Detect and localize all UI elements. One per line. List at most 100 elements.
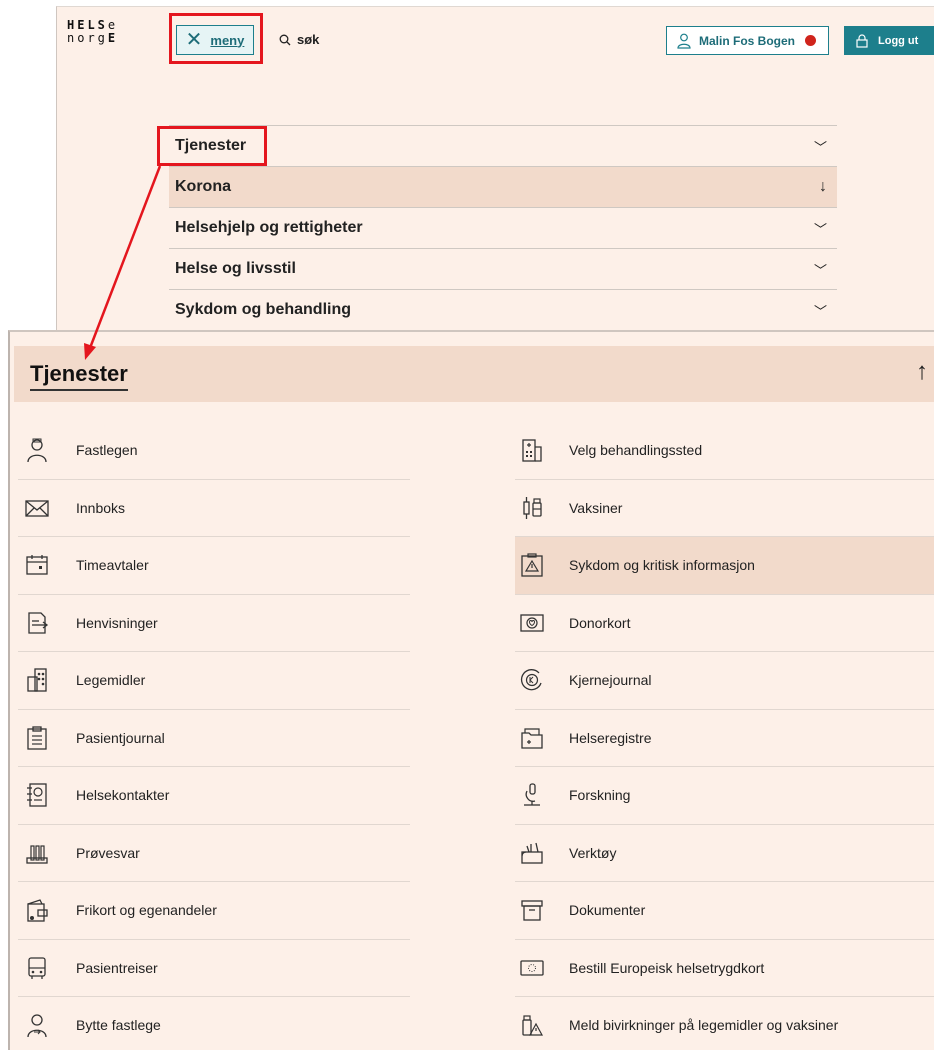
arrow-down-icon: ↓ <box>819 178 827 195</box>
service-item-pasientreiser[interactable]: Pasientreiser <box>18 940 410 997</box>
lock-icon <box>856 33 868 48</box>
service-label: Bestill Europeisk helsetrygdkort <box>569 959 765 976</box>
service-item-legemidler[interactable]: Legemidler <box>18 652 410 710</box>
nav-item-sykdom-behandling[interactable]: Sykdom og behandling ﹀ <box>169 289 837 330</box>
wallet-icon <box>18 895 76 925</box>
service-label: Legemidler <box>76 672 146 689</box>
service-label: Verktøy <box>569 844 617 861</box>
service-label: Donorkort <box>569 614 631 631</box>
doctor-icon <box>18 435 76 465</box>
logout-button[interactable]: Logg ut <box>844 26 934 55</box>
service-label: Velg behandlingssted <box>569 442 703 459</box>
donor-card-icon <box>515 608 569 638</box>
bus-icon <box>18 953 76 983</box>
services-right-column: Velg behandlingssted Vaksiner Sykdom og … <box>515 422 934 1050</box>
notification-dot <box>805 35 816 46</box>
service-item-dokumenter[interactable]: Dokumenter <box>515 882 934 940</box>
contacts-icon <box>18 780 76 810</box>
service-label: Henvisninger <box>76 614 158 631</box>
services-left-column: Fastlegen Innboks Timeavtaler Henvisning… <box>18 422 410 1050</box>
nav-item-label: Helse og livsstil <box>175 260 296 277</box>
chevron-down-icon: ﹀ <box>813 303 827 319</box>
service-item-frikort[interactable]: Frikort og egenandeler <box>18 882 410 940</box>
service-label: Dokumenter <box>569 902 646 919</box>
service-item-forskning[interactable]: Forskning <box>515 767 934 825</box>
arrow-up-icon[interactable]: ↑ <box>916 358 928 386</box>
service-label: Helsekontakter <box>76 787 170 804</box>
eu-card-icon <box>515 953 569 983</box>
service-item-donorkort[interactable]: Donorkort <box>515 595 934 652</box>
tjenester-highlight-box <box>157 126 267 166</box>
core-journal-icon <box>515 665 569 695</box>
service-item-bytte-fastlege[interactable]: Bytte fastlege <box>18 997 410 1050</box>
service-label: Timeavtaler <box>76 557 149 574</box>
service-item-velg-behandlingssted[interactable]: Velg behandlingssted <box>515 422 934 480</box>
menu-highlight-box <box>169 13 263 64</box>
service-label: Forskning <box>569 787 631 804</box>
service-label: Vaksiner <box>569 499 623 516</box>
vaccine-icon <box>515 493 569 523</box>
service-label: Prøvesvar <box>76 844 140 861</box>
nav-item-label: Sykdom og behandling <box>175 301 352 318</box>
hospital-icon <box>515 435 569 465</box>
logout-label: Logg ut <box>878 34 919 47</box>
service-item-vaksiner[interactable]: Vaksiner <box>515 480 934 537</box>
change-doctor-icon <box>18 1010 76 1040</box>
services-panel: Tjenester ↑ Fastlegen Innboks Timeavtale… <box>8 330 934 1050</box>
service-item-helseregistre[interactable]: Helseregistre <box>515 710 934 767</box>
envelope-icon <box>18 493 76 523</box>
test-tubes-icon <box>18 838 76 868</box>
service-label: Sykdom og kritisk informasjon <box>569 557 755 574</box>
service-label: Frikort og egenandeler <box>76 902 217 919</box>
nav-item-label: Korona <box>175 178 231 195</box>
service-item-timeavtaler[interactable]: Timeavtaler <box>18 537 410 595</box>
service-label: Pasientreiser <box>76 959 158 976</box>
folder-icon <box>515 723 569 753</box>
service-item-sykdom-kritisk[interactable]: Sykdom og kritisk informasjon <box>515 537 934 595</box>
service-label: Helseregistre <box>569 729 652 746</box>
service-label: Pasientjournal <box>76 729 165 746</box>
nav-item-helse-livsstil[interactable]: Helse og livsstil ﹀ <box>169 248 837 289</box>
service-label: Kjernejournal <box>569 672 652 689</box>
search-label: søk <box>297 32 320 47</box>
services-header[interactable]: Tjenester ↑ <box>14 346 934 402</box>
warning-icon <box>515 550 569 580</box>
user-name: Malin Fos Bogen <box>699 33 795 48</box>
service-label: Bytte fastlege <box>76 1017 161 1034</box>
service-item-meld-bivirkninger[interactable]: Meld bivirkninger på legemidler og vaksi… <box>515 997 934 1050</box>
main-nav: Tjenester ﹀ Korona ↓ Helsehjelp og retti… <box>169 125 837 330</box>
chevron-down-icon: ﹀ <box>813 139 827 155</box>
service-item-verktoy[interactable]: Verktøy <box>515 825 934 882</box>
tools-icon <box>515 838 569 868</box>
service-item-helsekontakter[interactable]: Helsekontakter <box>18 767 410 825</box>
search-button[interactable]: søk <box>279 32 319 47</box>
side-effects-icon <box>515 1010 569 1040</box>
service-label: Fastlegen <box>76 442 138 459</box>
archive-icon <box>515 895 569 925</box>
chevron-down-icon: ﹀ <box>813 262 827 278</box>
nav-item-tjenester[interactable]: Tjenester ﹀ <box>169 125 837 166</box>
nav-item-helsehjelp[interactable]: Helsehjelp og rettigheter ﹀ <box>169 207 837 248</box>
service-label: Meld bivirkninger på legemidler og vaksi… <box>569 1017 839 1034</box>
user-profile-button[interactable]: Malin Fos Bogen <box>666 26 829 55</box>
chevron-down-icon: ﹀ <box>813 221 827 237</box>
search-icon <box>279 34 291 45</box>
nav-item-label: Helsehjelp og rettigheter <box>175 219 363 236</box>
service-item-fastlegen[interactable]: Fastlegen <box>18 422 410 480</box>
service-item-europeisk-helsetrygdkort[interactable]: Bestill Europeisk helsetrygdkort <box>515 940 934 997</box>
service-item-pasientjournal[interactable]: Pasientjournal <box>18 710 410 767</box>
service-label: Innboks <box>76 499 126 516</box>
nav-item-korona[interactable]: Korona ↓ <box>169 166 837 207</box>
pills-icon <box>18 665 76 695</box>
user-icon <box>677 33 691 49</box>
service-item-kjernejournal[interactable]: Kjernejournal <box>515 652 934 710</box>
clipboard-icon <box>18 723 76 753</box>
calendar-icon <box>18 550 76 580</box>
service-item-innboks[interactable]: Innboks <box>18 480 410 537</box>
helsenorge-logo[interactable]: HELSe norgE <box>67 19 118 44</box>
service-item-henvisninger[interactable]: Henvisninger <box>18 595 410 652</box>
referral-icon <box>18 608 76 638</box>
service-item-provesvar[interactable]: Prøvesvar <box>18 825 410 882</box>
microscope-icon <box>515 780 569 810</box>
services-title: Tjenester <box>30 361 128 391</box>
